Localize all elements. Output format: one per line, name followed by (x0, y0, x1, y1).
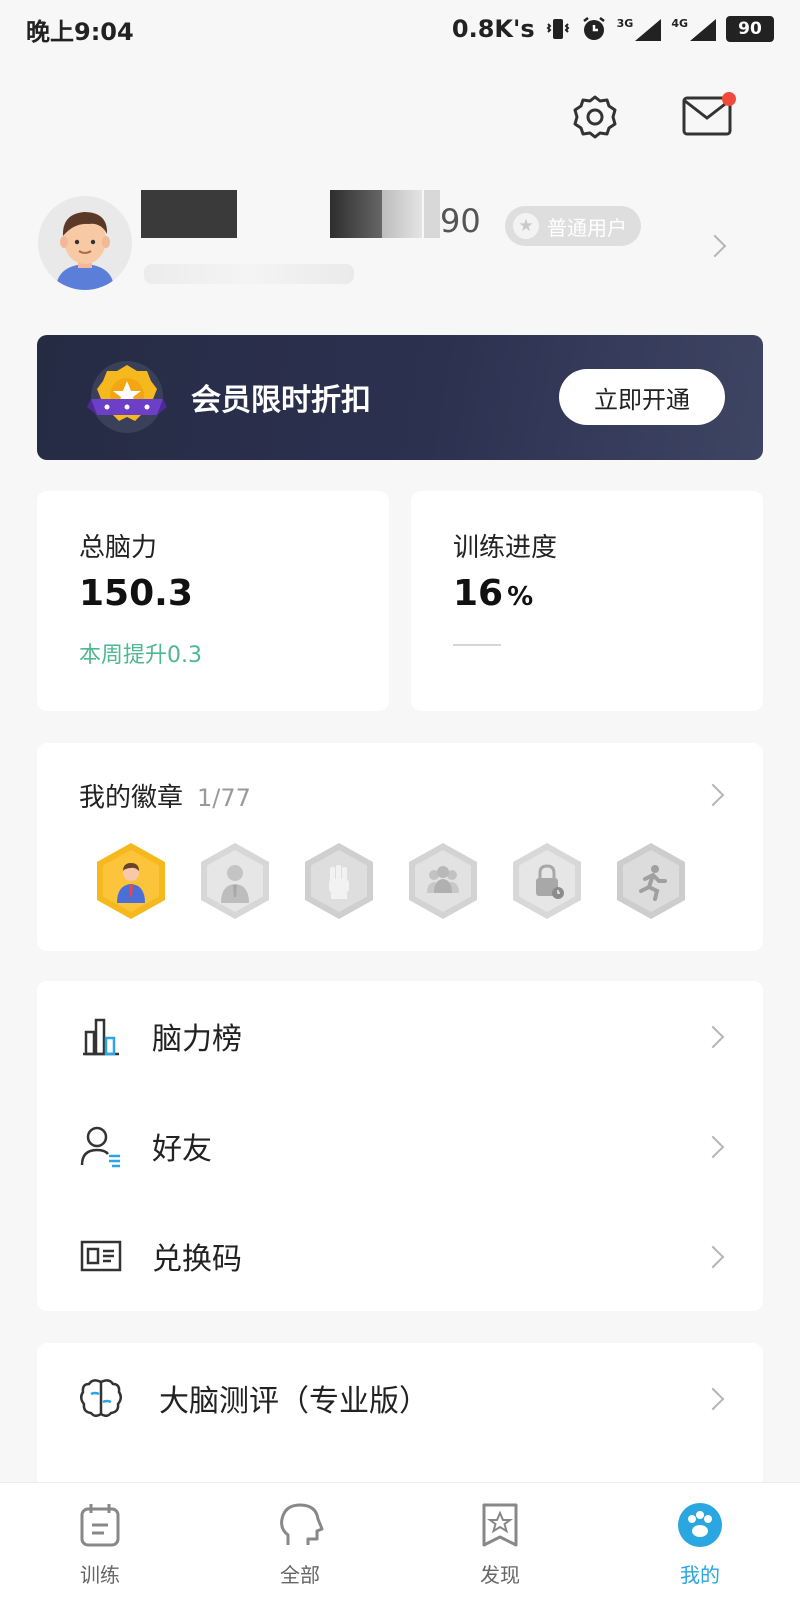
avatar[interactable] (38, 196, 132, 290)
calendar-icon (80, 1504, 120, 1547)
user-level-label: 普通用户 (547, 215, 627, 240)
avatar-icon (56, 212, 114, 290)
training-progress-label: 训练进度 (453, 533, 558, 563)
profile-chevron-icon[interactable] (703, 234, 727, 258)
unread-dot (722, 92, 736, 106)
nav-label-discover: 发现 (480, 1563, 520, 1587)
badge-5[interactable] (513, 843, 581, 919)
progress-placeholder-dash (453, 644, 501, 646)
user-level-badge[interactable]: ★ 普通用户 (505, 206, 641, 246)
signal-bars-icon (635, 19, 662, 41)
vibrate-icon (546, 19, 570, 39)
messages-button[interactable] (682, 92, 736, 136)
vip-title: 会员限时折扣 (191, 383, 371, 418)
settings-button[interactable] (572, 94, 618, 140)
vip-medal-icon (87, 361, 167, 433)
nav-mine[interactable]: 我的 (600, 1483, 800, 1600)
bottom-nav: 训练 全部 发现 我的 (0, 1482, 800, 1600)
brain-power-card[interactable]: 总脑力 150.3 本周提升0.3 (37, 491, 389, 711)
badges-title-label: 我的徽章 (79, 783, 184, 813)
nav-label-training: 训练 (80, 1563, 120, 1587)
signal-4g: 4G (671, 17, 716, 41)
lock-badge-icon (536, 864, 564, 899)
fist-badge-icon (329, 865, 349, 899)
percent-unit: % (507, 582, 534, 612)
brain-power-label: 总脑力 (79, 533, 158, 563)
chevron-right-icon (701, 1387, 725, 1411)
menu-label-friends: 好友 (152, 1132, 212, 1167)
menu-item-brain-assessment[interactable]: 大脑测评（专业版） (37, 1343, 763, 1453)
badges-title: 我的徽章 1/77 (79, 777, 251, 814)
menu-item-friends[interactable]: 好友 (37, 1091, 763, 1201)
badge-2[interactable] (201, 843, 269, 919)
user-id-redacted (144, 264, 354, 284)
brain-power-value: 150.3 (79, 573, 193, 614)
activate-vip-button[interactable]: 立即开通 (559, 369, 725, 425)
head-icon (280, 1503, 324, 1545)
status-bar: 晚上9:04 0.8K's 3G 4G 90 (0, 0, 800, 58)
nav-all[interactable]: 全部 (200, 1483, 400, 1600)
chevron-right-icon (701, 1025, 725, 1049)
friend-icon (80, 1126, 120, 1168)
menu-label-brain-assessment: 大脑测评（专业版） (159, 1384, 429, 1419)
bookmark-star-icon (482, 1503, 518, 1547)
person-badge-icon (117, 863, 145, 903)
menu-item-redeem-code[interactable]: 兑换码 (37, 1201, 763, 1311)
status-icons: 0.8K's 3G 4G 90 (452, 15, 774, 43)
network-speed: 0.8K's (451, 15, 535, 43)
badge-3[interactable] (305, 843, 373, 919)
username-redacted (330, 190, 382, 238)
badges-count: 1/77 (197, 784, 251, 812)
runner-badge-icon (639, 865, 667, 901)
username-redacted (382, 190, 422, 238)
badge-1[interactable] (97, 843, 165, 919)
signal-bars-icon (690, 19, 716, 41)
badge-4[interactable] (409, 843, 477, 919)
menu-group: 脑力榜 好友 兑换码 (37, 981, 763, 1311)
paw-icon (678, 1503, 722, 1547)
badge-6[interactable] (617, 843, 685, 919)
star-icon: ★ (513, 213, 539, 239)
screen: 晚上9:04 0.8K's 3G 4G 90 90 ★ 普通用户 会员限时折扣 … (0, 0, 800, 1600)
brain-icon (80, 1379, 122, 1417)
nav-label-mine: 我的 (680, 1563, 720, 1587)
nav-label-all: 全部 (280, 1563, 320, 1587)
bar-chart-icon (83, 1018, 119, 1056)
username-tail: 90 (440, 202, 481, 240)
gear-icon (573, 95, 617, 139)
chevron-right-icon (701, 1245, 725, 1269)
signal-3g: 3G (617, 17, 662, 41)
battery-icon: 90 (726, 16, 774, 42)
status-time: 晚上9:04 (26, 17, 134, 46)
badges-chevron-icon[interactable] (701, 783, 725, 807)
menu-label-leaderboard: 脑力榜 (152, 1022, 242, 1057)
menu-group-assessment: 大脑测评（专业版） (37, 1343, 763, 1503)
badges-card[interactable]: 我的徽章 1/77 (37, 743, 763, 951)
brain-power-weekly-gain: 本周提升0.3 (79, 643, 202, 668)
vip-banner[interactable]: 会员限时折扣 立即开通 (37, 335, 763, 460)
username-redacted (424, 190, 440, 238)
suit-badge-icon (221, 865, 249, 903)
training-progress-value: 16% (453, 573, 533, 614)
menu-label-redeem-code: 兑换码 (152, 1242, 242, 1277)
username-redacted (141, 190, 237, 238)
training-progress-card[interactable]: 训练进度 16% (411, 491, 763, 711)
chevron-right-icon (701, 1135, 725, 1159)
id-card-icon (80, 1240, 122, 1272)
nav-discover[interactable]: 发现 (400, 1483, 600, 1600)
menu-item-leaderboard[interactable]: 脑力榜 (37, 981, 763, 1091)
nav-training[interactable]: 训练 (0, 1483, 200, 1600)
alarm-icon (582, 17, 605, 40)
training-progress-number: 16 (453, 573, 504, 614)
group-badge-icon (427, 866, 459, 893)
